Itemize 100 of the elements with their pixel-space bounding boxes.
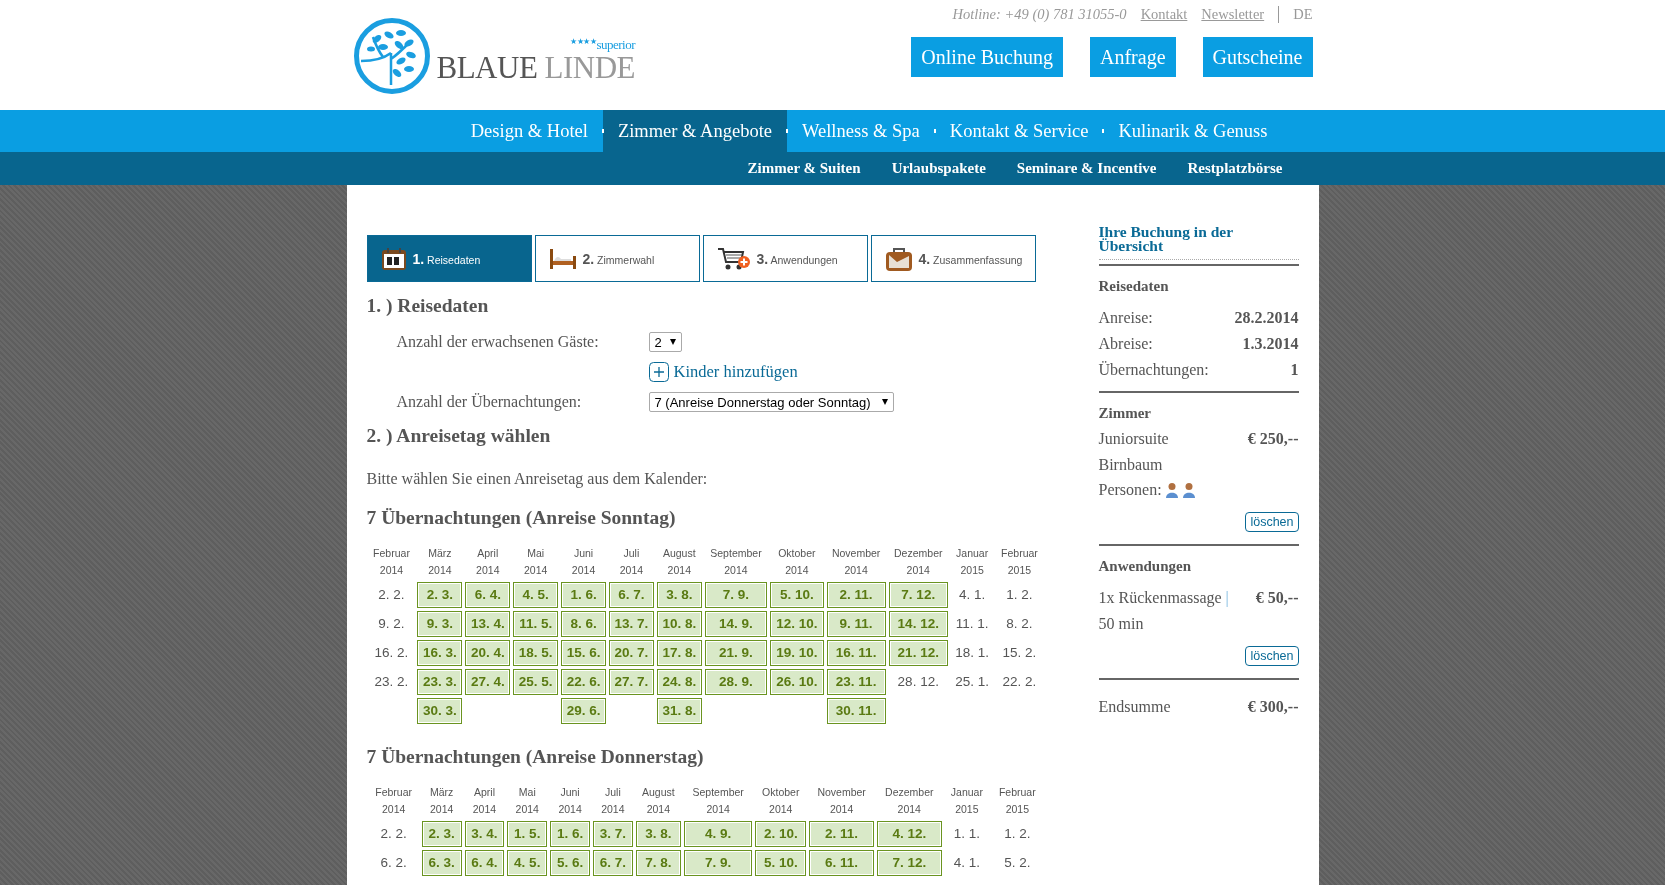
available-date[interactable]: 13. 7. (609, 611, 654, 637)
available-date[interactable]: 6. 7. (609, 582, 654, 608)
available-date[interactable]: 3. 7. (592, 821, 633, 847)
month-header: September 2014 (691, 785, 745, 817)
room-name: Juniorsuite (1098, 429, 1169, 449)
available-date[interactable]: 7. 8. (635, 850, 681, 876)
available-date[interactable]: 28. 9. (704, 669, 768, 695)
available-date[interactable]: 30. 11. (826, 698, 886, 724)
subnav-link[interactable]: Restplatzbörse (1187, 152, 1283, 185)
available-date[interactable]: 23. 11. (826, 669, 886, 695)
header-button[interactable]: Anfrage (1090, 37, 1176, 77)
available-date[interactable]: 27. 7. (609, 669, 654, 695)
available-date[interactable]: 21. 12. (888, 640, 948, 666)
available-date[interactable]: 6. 3. (421, 850, 462, 876)
add-children-link[interactable]: Kinder hinzufügen (673, 362, 798, 382)
available-date[interactable]: 16. 11. (826, 640, 886, 666)
header-link[interactable]: Kontakt (1140, 6, 1188, 23)
hotline-text: Hotline: +49 (0) 781 31055-0 (952, 6, 1127, 23)
available-date[interactable]: 13. 4. (465, 611, 511, 637)
step-tab[interactable]: 1. Reisedaten (366, 235, 532, 282)
available-date[interactable]: 7. 12. (876, 850, 942, 876)
nav-tab[interactable]: Kulinarik & Genuss (1103, 110, 1283, 152)
month-header: Januar 2015 (955, 546, 990, 578)
available-date[interactable]: 6. 4. (464, 850, 505, 876)
summary-heading: Reisedaten (1098, 278, 1170, 295)
summary-value: 1.3.2014 (1242, 334, 1299, 354)
header-button[interactable]: Gutscheine (1202, 37, 1313, 77)
header-button[interactable]: Online Buchung (911, 37, 1063, 77)
available-date[interactable]: 11. 5. (513, 611, 559, 637)
delete-button[interactable]: löschen (1245, 646, 1299, 666)
available-date[interactable]: 9. 3. (417, 611, 463, 637)
language-link[interactable]: DE (1278, 6, 1313, 23)
header-link[interactable]: Newsletter (1201, 6, 1265, 23)
available-date[interactable]: 2. 11. (809, 821, 874, 847)
available-date[interactable]: 15. 6. (561, 640, 606, 666)
nav-tab[interactable]: Zimmer & Angebote (602, 110, 788, 152)
available-date[interactable]: 7. 9. (704, 582, 768, 608)
available-date[interactable]: 4. 9. (684, 821, 753, 847)
available-date[interactable]: 18. 5. (513, 640, 559, 666)
available-date[interactable]: 8. 6. (561, 611, 606, 637)
available-date[interactable]: 5. 6. (550, 850, 590, 876)
plus-icon[interactable] (648, 362, 669, 382)
available-date[interactable]: 6. 4. (465, 582, 511, 608)
available-date[interactable]: 4. 12. (876, 821, 942, 847)
nights-dropdown[interactable]: 7 (Anreise Donnerstag oder Sonntag) (648, 392, 894, 412)
guests-dropdown[interactable]: 2 (648, 332, 682, 352)
month-header: Februar 2015 (1000, 546, 1039, 578)
available-date[interactable]: 6. 11. (809, 850, 874, 876)
available-date[interactable]: 2. 10. (755, 821, 807, 847)
available-date[interactable]: 14. 9. (704, 611, 768, 637)
available-date[interactable]: 7. 12. (888, 582, 948, 608)
available-date[interactable]: 26. 10. (770, 669, 824, 695)
nav-tab[interactable]: Kontakt & Service (934, 110, 1104, 152)
step-tab[interactable]: 2. Zimmerwahl (534, 235, 700, 282)
person-icon (1181, 481, 1196, 498)
available-date[interactable]: 20. 7. (609, 640, 654, 666)
available-date[interactable]: 19. 10. (770, 640, 824, 666)
available-date[interactable]: 22. 6. (561, 669, 606, 695)
available-date[interactable]: 5. 10. (755, 850, 807, 876)
available-date[interactable]: 20. 4. (465, 640, 511, 666)
available-date[interactable]: 4. 5. (513, 582, 559, 608)
summary-label: Abreise: (1098, 334, 1153, 354)
available-date[interactable]: 4. 5. (507, 850, 548, 876)
shopping-cart-icon (716, 245, 751, 272)
available-date[interactable]: 30. 3. (417, 698, 463, 724)
step-tab[interactable]: 3. Anwendungen (702, 235, 868, 282)
nav-tab[interactable]: Wellness & Spa (787, 110, 935, 152)
available-date[interactable]: 25. 5. (513, 669, 559, 695)
step-tab[interactable]: 4. Zusammenfassung (870, 235, 1036, 282)
available-date[interactable]: 2. 3. (417, 582, 463, 608)
available-date[interactable]: 10. 8. (656, 611, 702, 637)
available-date[interactable]: 5. 10. (770, 582, 824, 608)
available-date[interactable]: 21. 9. (704, 640, 768, 666)
delete-button[interactable]: löschen (1245, 512, 1299, 532)
available-date[interactable]: 17. 8. (656, 640, 702, 666)
nav-tab[interactable]: Design & Hotel (455, 110, 603, 152)
subnav-link[interactable]: Seminare & Incentive (1016, 152, 1157, 185)
available-date[interactable]: 31. 8. (656, 698, 702, 724)
available-date[interactable]: 1. 6. (550, 821, 590, 847)
available-date[interactable]: 27. 4. (465, 669, 511, 695)
available-date[interactable]: 16. 3. (417, 640, 463, 666)
available-date[interactable]: 3. 4. (464, 821, 505, 847)
available-date[interactable]: 3. 8. (656, 582, 702, 608)
available-date[interactable]: 14. 12. (888, 611, 948, 637)
available-date[interactable]: 7. 9. (684, 850, 753, 876)
available-date[interactable]: 9. 11. (826, 611, 886, 637)
month-header: Juli 2014 (600, 785, 626, 817)
available-date[interactable]: 2. 3. (421, 821, 462, 847)
available-date[interactable]: 2. 11. (826, 582, 886, 608)
available-date[interactable]: 12. 10. (770, 611, 824, 637)
available-date[interactable]: 23. 3. (417, 669, 463, 695)
subnav-link[interactable]: Urlaubspakete (891, 152, 986, 185)
available-date[interactable]: 6. 7. (592, 850, 633, 876)
available-date[interactable]: 29. 6. (561, 698, 606, 724)
available-date[interactable]: 24. 8. (656, 669, 702, 695)
available-date[interactable]: 3. 8. (635, 821, 681, 847)
available-date[interactable]: 1. 5. (507, 821, 548, 847)
subnav-link[interactable]: Zimmer & Suiten (747, 152, 861, 185)
available-date[interactable]: 1. 6. (561, 582, 606, 608)
summary-value: 28.2.2014 (1234, 308, 1299, 328)
